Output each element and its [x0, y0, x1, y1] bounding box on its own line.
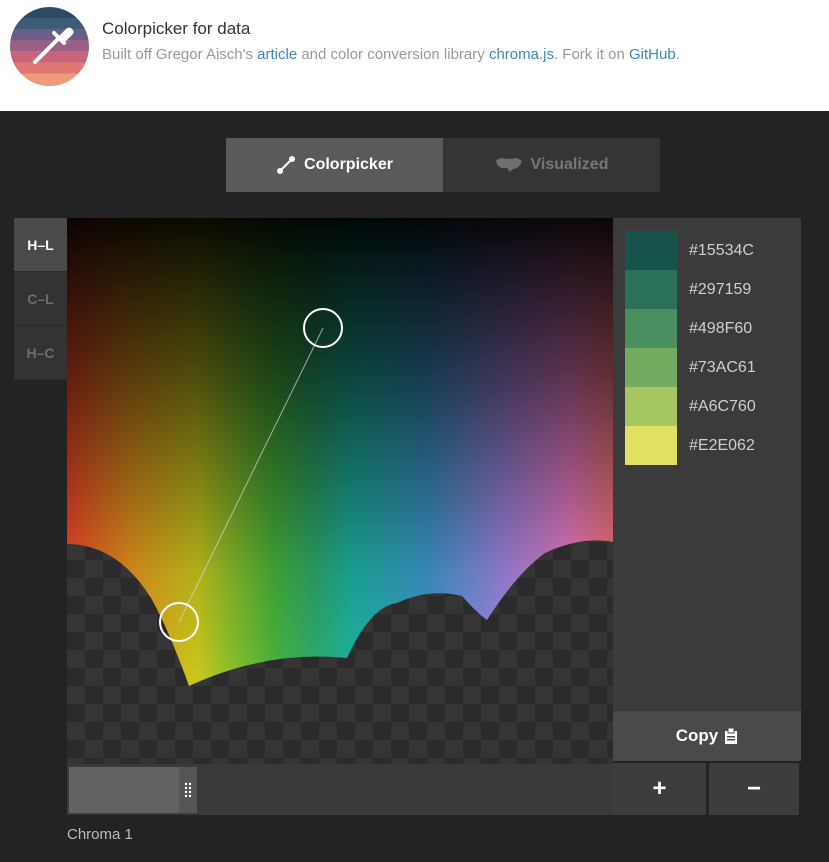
palette-item[interactable]: #297159 [625, 270, 795, 309]
color-space-canvas[interactable] [67, 218, 613, 764]
palette-item[interactable]: #15534C [625, 231, 795, 270]
copy-button[interactable]: Copy [613, 711, 801, 761]
tab-visualized[interactable]: Visualized [443, 138, 660, 192]
github-link[interactable]: GitHub [629, 46, 676, 63]
hex-label: #297159 [689, 280, 752, 298]
slider-label: Chroma 1 [67, 826, 133, 843]
color-swatch [625, 270, 677, 309]
eyedropper-icon [33, 27, 74, 64]
tab-chroma-lightness[interactable]: C–L [14, 272, 67, 326]
add-color-button[interactable]: + [613, 763, 706, 815]
subtitle-text: and color conversion library [297, 46, 489, 63]
app-subtitle: Built off Gregor Aisch's article and col… [102, 46, 680, 63]
app-logo [10, 7, 89, 86]
tab-label: Visualized [530, 156, 609, 173]
copy-label: Copy [675, 726, 719, 745]
color-swatch [625, 231, 677, 270]
color-swatch [625, 309, 677, 348]
hex-label: #A6C760 [689, 397, 756, 415]
color-swatch [625, 348, 677, 387]
remove-color-button[interactable]: − [709, 763, 799, 815]
subtitle-text: . Fork it on [553, 46, 629, 63]
chroma-js-link[interactable]: chroma.js [489, 46, 554, 63]
subtitle-text: . [675, 46, 680, 63]
pen-curve-icon [277, 156, 296, 174]
grip-dots-icon [179, 767, 197, 813]
palette-list: #15534C #297159 #498F60 #73AC61 #A6C760 … [613, 218, 801, 711]
app-title: Colorpicker for data [102, 19, 251, 38]
color-swatch [625, 426, 677, 465]
tab-label: Colorpicker [304, 156, 393, 173]
us-map-icon [495, 158, 522, 172]
header: Colorpicker for data Built off Gregor Ai… [0, 0, 829, 111]
hex-label: #498F60 [689, 319, 753, 337]
clipboard-icon [725, 727, 738, 744]
hex-label: #15534C [689, 241, 754, 259]
palette-item[interactable]: #A6C760 [625, 387, 795, 426]
palette-item[interactable]: #498F60 [625, 309, 795, 348]
tab-colorpicker[interactable]: Colorpicker [226, 138, 443, 192]
tab-hue-lightness[interactable]: H–L [14, 218, 67, 272]
subtitle-text: Built off Gregor Aisch's [102, 46, 258, 63]
hex-label: #73AC61 [689, 358, 756, 376]
slider-handle[interactable] [69, 767, 197, 813]
color-space-tabs: H–L C–L H–C [14, 218, 67, 380]
tab-hue-chroma[interactable]: H–C [14, 326, 67, 380]
article-link[interactable]: article [257, 46, 297, 63]
color-swatch [625, 387, 677, 426]
palette-item[interactable]: #73AC61 [625, 348, 795, 387]
chroma-slider[interactable] [67, 764, 613, 815]
palette-item[interactable]: #E2E062 [625, 426, 795, 465]
hex-label: #E2E062 [689, 436, 755, 454]
